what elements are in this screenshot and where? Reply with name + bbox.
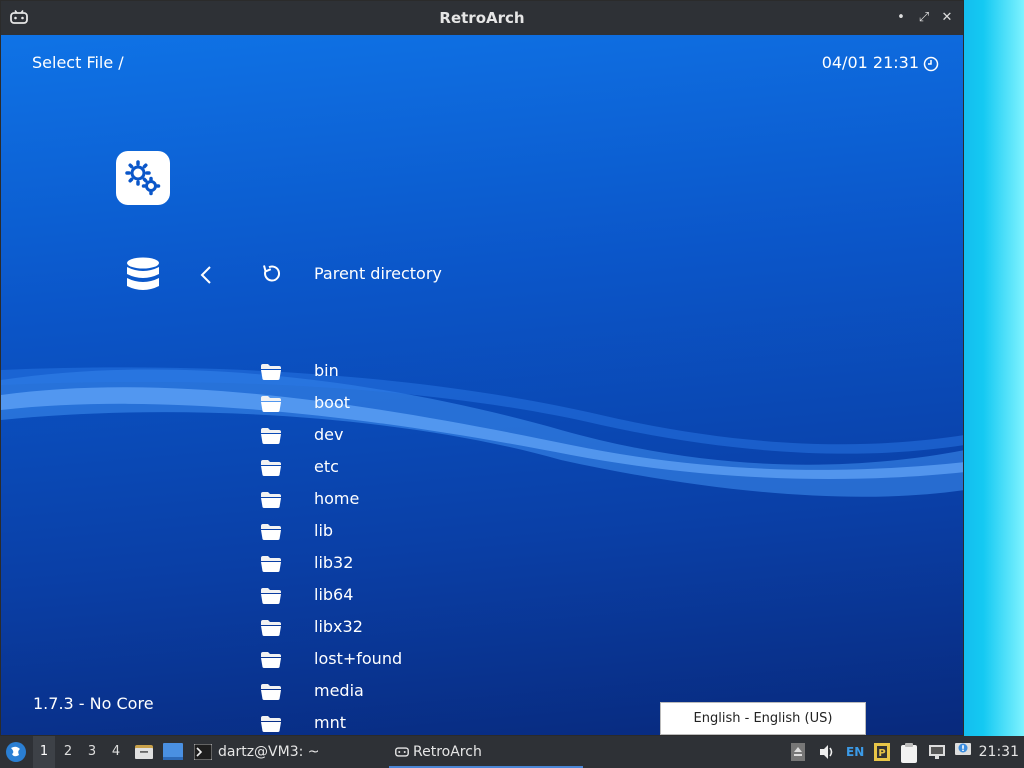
folder-icon [260,555,282,577]
folder-icon [260,651,282,673]
file-list-item[interactable]: home [260,487,660,519]
terminal-task-label: dartz@VM3: ~ [218,744,320,760]
file-list-item[interactable]: bin [260,359,660,391]
file-list-item[interactable]: lib [260,519,660,551]
version-label: 1.7.3 - No Core [33,694,154,713]
desktop-icon[interactable] [163,743,183,765]
file-list-item[interactable]: etc [260,455,660,487]
folder-icon [260,683,282,705]
clipboard-icon[interactable] [900,743,918,763]
retroarch-task[interactable]: RetroArch [389,736,583,768]
svg-text:P: P [878,748,885,759]
maximize-button[interactable]: ⤢ [916,10,932,26]
datetime-label: 04/01 21:31 [821,53,919,72]
file-manager-icon[interactable] [134,742,154,766]
retroarch-task-label: RetroArch [413,744,482,760]
file-list-item[interactable]: lost+found [260,647,660,679]
database-icon[interactable] [125,256,161,294]
window-title: RetroArch [439,9,525,27]
page-title: Select File / [32,53,124,72]
file-name: bin [314,361,339,380]
parent-directory-item[interactable]: Parent directory [314,264,442,283]
retroarch-window: RetroArch • ⤢ ✕ Select File / 04/01 21:3… [0,0,964,736]
settings-tab[interactable] [116,151,170,205]
file-name: lost+found [314,649,403,668]
file-list-item[interactable]: mnt [260,711,660,735]
file-name: home [314,489,360,508]
package-updater-icon[interactable]: P [874,743,890,761]
menu-area: Select File / 04/01 21:31 Parent directo… [1,35,963,735]
minimize-button[interactable]: • [893,10,909,26]
file-name: mnt [314,713,346,732]
folder-icon [260,523,282,545]
file-name: lib64 [314,585,354,604]
gears-icon [125,160,161,196]
start-menu-icon[interactable] [4,740,28,764]
file-name: media [314,681,364,700]
file-list-item[interactable]: lib64 [260,583,660,615]
folder-icon [260,395,282,417]
refresh-icon[interactable] [261,264,281,284]
language-tooltip: English - English (US) [660,702,866,735]
network-icon[interactable] [928,743,946,761]
file-name: dev [314,425,344,444]
file-list: bin boot dev etc home lib lib32 lib64 libx32 lost… [260,359,660,735]
file-list-item[interactable]: libx32 [260,615,660,647]
file-name: etc [314,457,339,476]
folder-icon [260,459,282,481]
folder-icon [260,619,282,641]
eject-icon[interactable] [790,743,806,761]
file-name: lib32 [314,553,354,572]
back-arrow-icon[interactable] [199,264,213,286]
taskbar: 1234 dartz@VM3: ~ RetroArch EN P 21:31 [0,736,1024,768]
notification-icon[interactable] [954,741,972,759]
file-name: libx32 [314,617,363,636]
folder-icon [260,363,282,385]
gamepad-icon [395,747,409,757]
keyboard-layout-indicator[interactable]: EN [846,736,864,768]
file-list-item[interactable]: boot [260,391,660,423]
file-name: boot [314,393,351,412]
taskbar-clock[interactable]: 21:31 [979,736,1019,768]
file-list-item[interactable]: media [260,679,660,711]
workspace-2[interactable]: 2 [57,736,79,768]
workspace-4[interactable]: 4 [105,736,127,768]
folder-icon [260,427,282,449]
close-button[interactable]: ✕ [939,10,955,26]
titlebar[interactable]: RetroArch • ⤢ ✕ [1,1,963,35]
terminal-task[interactable]: dartz@VM3: ~ [194,736,320,768]
workspace-3[interactable]: 3 [81,736,103,768]
file-list-item[interactable]: dev [260,423,660,455]
clock-icon [923,56,939,72]
volume-icon[interactable] [818,743,836,761]
workspace-1[interactable]: 1 [33,736,55,768]
folder-icon [260,715,282,735]
file-name: lib [314,521,334,540]
folder-icon [260,587,282,609]
terminal-icon [194,744,212,760]
file-list-item[interactable]: lib32 [260,551,660,583]
folder-icon [260,491,282,513]
